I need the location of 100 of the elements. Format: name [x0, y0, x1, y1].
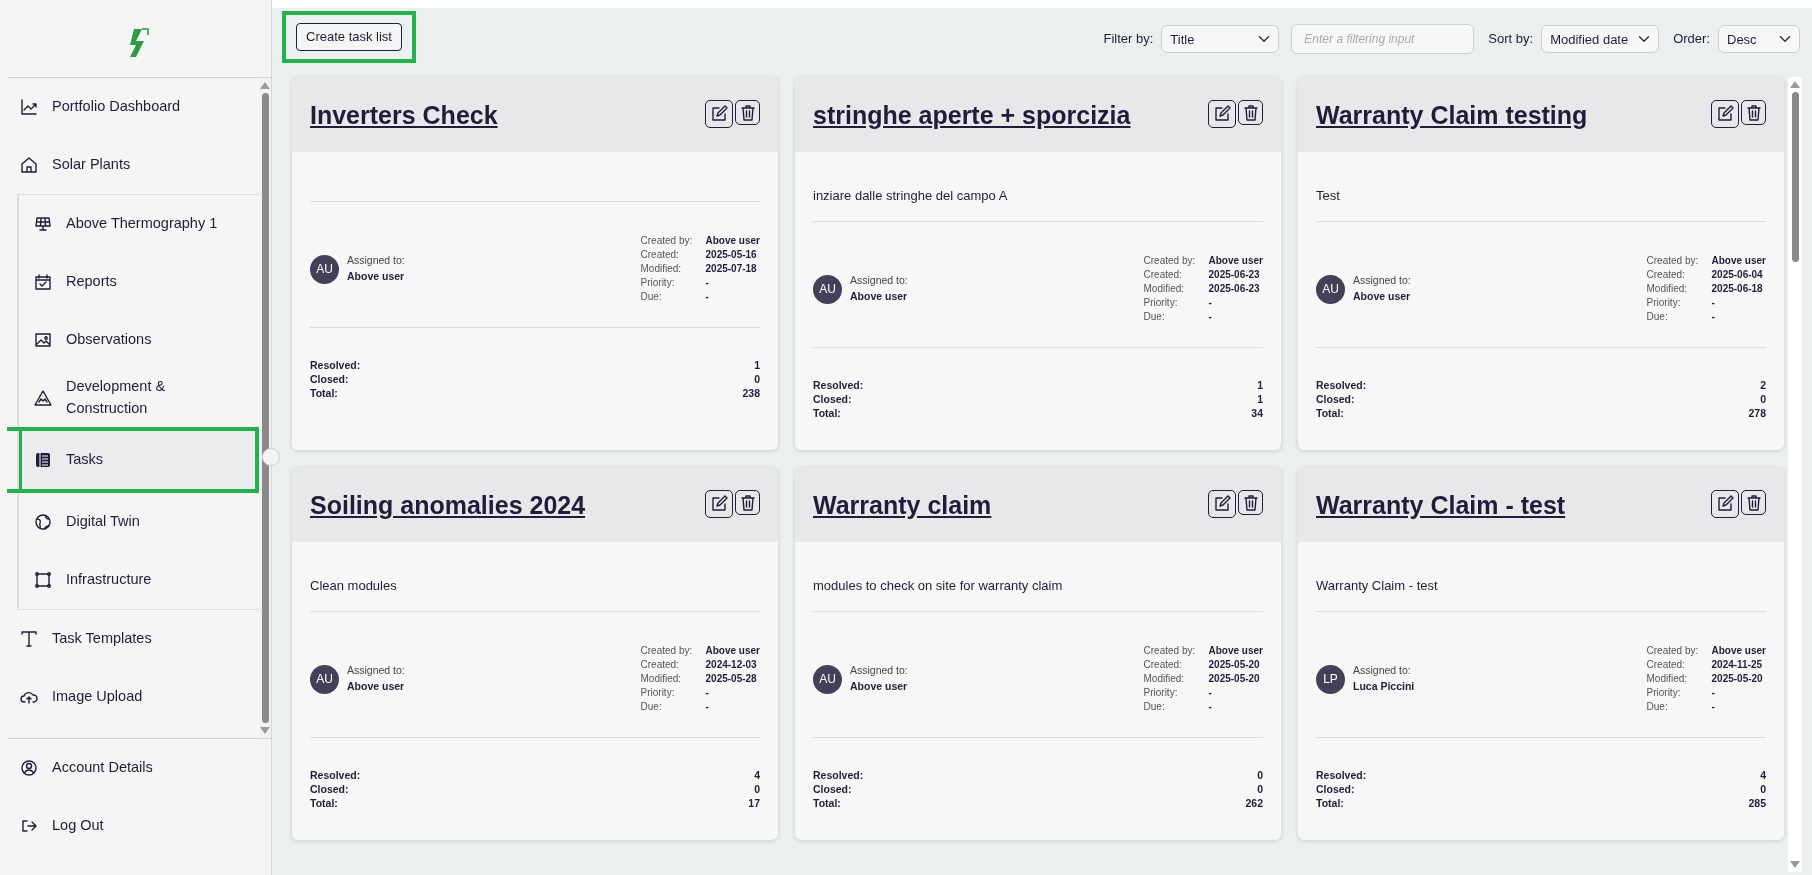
edit-button[interactable] — [1208, 100, 1236, 128]
scroll-down-arrow[interactable] — [1790, 861, 1800, 868]
meta-value: - — [1711, 296, 1716, 310]
sidebar-item[interactable]: Reports — [19, 253, 259, 311]
avatar: AU — [310, 664, 339, 694]
card-title-link[interactable]: stringhe aperte + sporcizia — [813, 97, 1131, 135]
trash-icon — [1745, 103, 1762, 122]
stat-value: 285 — [1748, 796, 1766, 810]
image-icon — [34, 331, 52, 349]
card-title-link[interactable]: Warranty claim — [813, 487, 992, 525]
field-label: Filter by: — [1103, 30, 1154, 49]
sidebar-item[interactable]: Observations — [19, 311, 259, 369]
filter-input[interactable]: Enter a filtering input — [1291, 24, 1475, 54]
sidebar-item[interactable]: Image Upload — [7, 668, 259, 726]
stat-value: 0 — [1256, 782, 1263, 796]
edit-button[interactable] — [705, 490, 733, 518]
meta-value: 2025-07-18 — [705, 262, 758, 276]
stat-label: Resolved: — [813, 768, 865, 782]
meta-value: Above user — [1208, 644, 1263, 658]
stat-label: Closed: — [1316, 392, 1356, 406]
field-label: Sort by: — [1488, 30, 1534, 49]
scrollbar-thumb[interactable] — [261, 93, 269, 723]
scrollbar[interactable] — [1788, 77, 1802, 872]
meta-value: 2025-06-23 — [1208, 282, 1261, 296]
meta-label: Priority: — [1143, 296, 1179, 310]
stat-value: 262 — [1245, 796, 1263, 810]
meta-value: 2025-05-16 — [705, 248, 758, 262]
stat-value: 278 — [1748, 406, 1766, 420]
create-task-list-button[interactable]: Create task list — [296, 23, 402, 51]
field-label: Order: — [1673, 30, 1710, 49]
sidebar-item[interactable]: Infrastructure — [19, 551, 259, 609]
delete-button[interactable] — [1238, 490, 1263, 515]
delete-button[interactable] — [1238, 100, 1263, 125]
calendar-check-icon — [34, 273, 52, 291]
meta-label: Due: — [1143, 700, 1166, 714]
meta-value: 2024-12-03 — [705, 658, 758, 672]
sidebar-item[interactable]: Development & Construction — [19, 369, 259, 427]
edit-button[interactable] — [1711, 490, 1739, 518]
sidebar-item[interactable]: Above Thermography 1 — [19, 195, 259, 253]
edit-icon — [1213, 105, 1231, 123]
warning-triangle-icon — [34, 389, 52, 407]
meta-label: Modified: — [640, 262, 683, 276]
sidebar-item[interactable]: Portfolio Dashboard — [7, 78, 259, 136]
meta-label: Created: — [1646, 658, 1686, 672]
meta-value: - — [705, 290, 710, 304]
meta-label: Created: — [1646, 268, 1686, 282]
avatar: AU — [813, 274, 842, 304]
stat-label: Resolved: — [310, 358, 362, 372]
sidebar-item[interactable]: Account Details — [7, 739, 271, 797]
stat-value: 2 — [1759, 378, 1766, 392]
sidebar-item[interactable]: Digital Twin — [19, 493, 259, 551]
card-title-link[interactable]: Soiling anomalies 2024 — [310, 487, 586, 525]
stat-value: 0 — [1759, 782, 1766, 796]
trash-icon — [1242, 103, 1259, 122]
edit-button[interactable] — [705, 100, 733, 128]
delete-button[interactable] — [735, 100, 760, 125]
logout-icon — [20, 817, 38, 835]
trash-icon — [739, 103, 756, 122]
meta-label: Modified: — [640, 672, 683, 686]
meta-label: Modified: — [1143, 282, 1186, 296]
edit-icon — [1213, 495, 1231, 513]
stat-label: Resolved: — [813, 378, 865, 392]
sort-dropdown[interactable]: Modified date — [1541, 25, 1660, 53]
bounding-box-icon — [34, 571, 52, 589]
edit-button[interactable] — [1208, 490, 1236, 518]
meta-label: Created: — [640, 658, 680, 672]
filter-dropdown[interactable]: Title — [1161, 25, 1280, 53]
card-title-link[interactable]: Warranty Claim testing — [1316, 97, 1588, 135]
delete-button[interactable] — [735, 490, 760, 515]
card-title-link[interactable]: Warranty Claim - test — [1316, 487, 1566, 525]
scrollbar[interactable] — [259, 78, 271, 738]
meta-label: Created by: — [1143, 644, 1197, 658]
assignee-name: Above user — [850, 289, 908, 304]
stat-value: 1 — [753, 358, 760, 372]
stat-label: Total: — [1316, 796, 1345, 810]
sidebar-item[interactable]: Log Out — [7, 797, 271, 855]
sidebar-item[interactable]: Solar Plants — [7, 136, 259, 194]
trash-icon — [1745, 493, 1762, 512]
assignee-name: Above user — [347, 679, 405, 694]
assignee-name: Above user — [1353, 289, 1411, 304]
meta-value: Above user — [1208, 254, 1263, 268]
meta-label: Due: — [640, 290, 663, 304]
delete-button[interactable] — [1741, 100, 1766, 125]
delete-button[interactable] — [1741, 490, 1766, 515]
stat-value: 17 — [748, 796, 760, 810]
meta-value: 2024-11-25 — [1711, 658, 1764, 672]
sidebar-item[interactable]: Tasks — [19, 431, 255, 489]
avatar: AU — [310, 254, 339, 284]
meta-value: Above user — [1711, 254, 1766, 268]
meta-value: Above user — [705, 234, 760, 248]
card-description: Clean modules — [310, 578, 398, 593]
home-icon — [20, 156, 38, 174]
scrollbar-thumb[interactable] — [1791, 92, 1799, 262]
edit-button[interactable] — [1711, 100, 1739, 128]
sidebar-item[interactable]: Task Templates — [7, 610, 259, 668]
stat-value: 0 — [1759, 392, 1766, 406]
card-title-link[interactable]: Inverters Check — [310, 97, 498, 135]
stat-value: 0 — [753, 372, 760, 386]
order-dropdown[interactable]: Desc — [1718, 25, 1800, 53]
meta-value: 2025-05-20 — [1208, 658, 1261, 672]
